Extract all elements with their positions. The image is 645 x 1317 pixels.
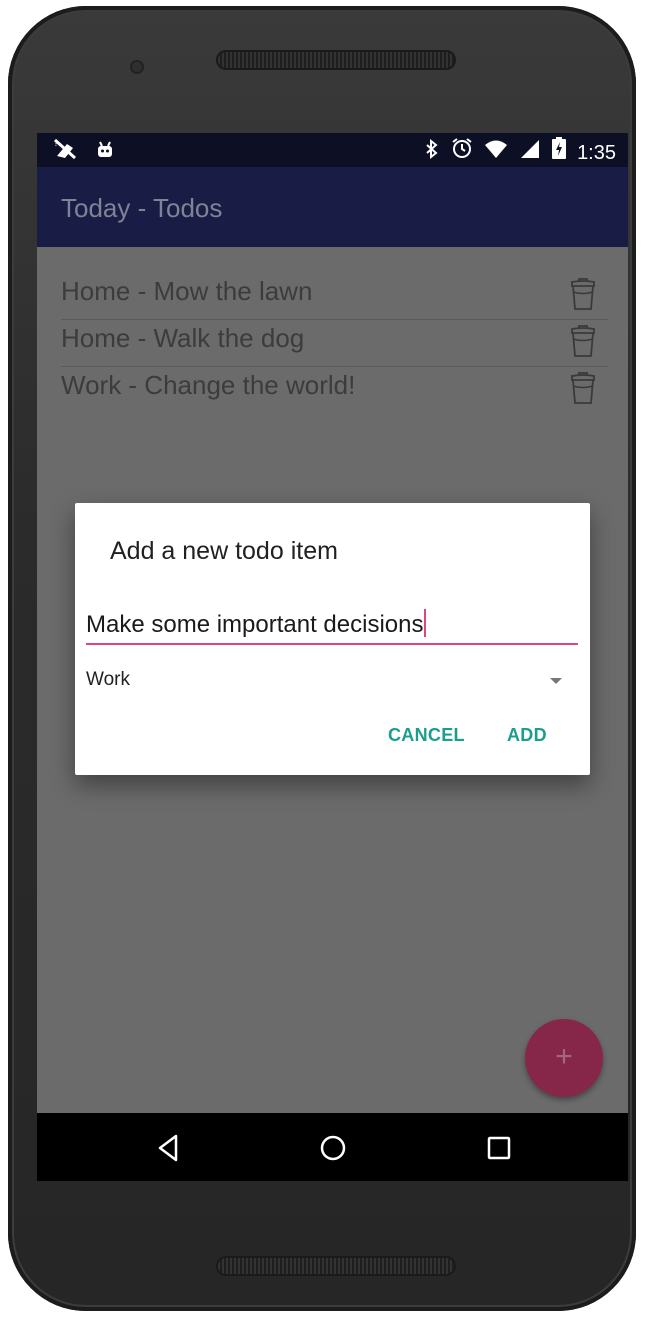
cell-signal-icon [520,139,540,166]
todo-input-value: Make some important decisions [86,609,427,639]
status-time: 1:35 [577,142,616,164]
todo-input-text: Make some important decisions [86,611,424,638]
navigation-bar [37,1113,628,1181]
list-item[interactable]: Work - Change the world! [61,367,608,413]
home-icon[interactable] [318,1133,348,1163]
category-dropdown[interactable]: Work [86,665,566,695]
app-bar: Today - Todos [37,167,628,247]
page-title: Today - Todos [61,193,223,223]
todo-text: Home - Walk the dog [61,323,305,353]
todo-list: Home - Mow the lawn Home - Walk the dog … [37,273,628,413]
wifi-icon [484,139,508,166]
bottom-speaker [216,1256,456,1276]
svg-text:?: ? [54,139,58,148]
trash-icon[interactable] [570,371,596,405]
status-left-icons: ? [53,138,125,165]
add-todo-fab[interactable]: + [525,1019,603,1097]
recents-icon[interactable] [484,1133,514,1163]
front-camera [130,60,144,74]
add-todo-dialog: Add a new todo item Make some important … [75,503,590,775]
list-item[interactable]: Home - Walk the dog [61,320,608,367]
back-icon[interactable] [154,1133,184,1163]
trash-icon[interactable] [570,277,596,311]
earpiece-speaker [216,50,456,70]
alarm-icon [451,137,473,166]
battery-charging-icon [551,137,566,166]
dropdown-arrow-icon [550,678,562,684]
android-notification-icon [95,140,115,165]
cancel-button[interactable]: CANCEL [388,725,465,746]
no-sim-icon: ? [53,138,79,165]
list-item[interactable]: Home - Mow the lawn [61,273,608,320]
todo-text-input[interactable]: Make some important decisions [86,605,578,645]
dialog-title: Add a new todo item [110,537,338,565]
todo-text: Work - Change the world! [61,370,356,400]
trash-icon[interactable] [570,324,596,358]
bluetooth-icon [425,138,439,166]
text-cursor [424,609,427,637]
todo-text: Home - Mow the lawn [61,276,313,306]
add-button[interactable]: ADD [507,725,547,746]
category-selected: Work [86,669,130,690]
status-right-icons: 1:35 [419,137,616,166]
status-bar: ? 1:35 [37,133,628,167]
